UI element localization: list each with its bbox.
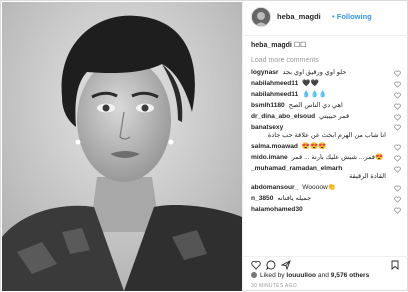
comment-like-heart-icon[interactable] xyxy=(394,124,401,132)
comment-username[interactable]: nabilahmeed11 xyxy=(251,80,298,87)
likes-count[interactable]: 9,576 others xyxy=(331,272,369,279)
comment-row: nabilahmeed11 🖤🖤 xyxy=(243,79,408,90)
comment-like-heart-icon[interactable] xyxy=(394,92,401,99)
comment-text: اهي دي الناس الصح xyxy=(288,101,343,109)
post-timestamp: 30 MINUTES AGO xyxy=(251,283,297,289)
comment-row: mido.imane قمر... شيش عليك بارنة ... قمر😍 xyxy=(243,153,408,164)
post-header: heba_magdi • Following xyxy=(243,1,408,36)
comment-row: abdomansour_ Woooow👏 xyxy=(243,183,408,194)
comment-username[interactable]: halamohamed30 xyxy=(251,206,303,213)
load-more-comments[interactable]: Load more comments xyxy=(251,57,319,64)
comment-text: 😍😍😍 xyxy=(301,142,327,150)
comment-text: قمر حبيبتي xyxy=(319,112,350,120)
post-photo[interactable] xyxy=(2,2,242,291)
comment-text: حلو اوي ورقيق اوي بجد xyxy=(282,69,347,77)
share-icon[interactable] xyxy=(281,260,291,270)
comment-text: القادة الرقيقة xyxy=(349,173,386,181)
comment-username[interactable]: _muhamad_ramadan_elmarh xyxy=(251,165,342,172)
comment-like-heart-icon[interactable] xyxy=(394,155,401,162)
comment-list: logynasr حلو اوي ورقيق اوي بجد nabilahmeed… xyxy=(243,68,408,255)
comment-row: bsmlh1180 اهي دي الناس الصح xyxy=(243,101,408,112)
comment-text: Woooow👏 xyxy=(302,184,337,192)
liker-username[interactable]: louuulloo xyxy=(286,272,316,279)
comment-username[interactable]: abdomansour_ xyxy=(251,184,298,191)
action-bar xyxy=(243,256,408,272)
comment-like-heart-icon[interactable] xyxy=(394,70,401,77)
comment-text: قمر... شيش عليك بارنة ... قمر😍 xyxy=(291,153,384,161)
comment-like-heart-icon[interactable] xyxy=(394,166,401,173)
caption-text: ☐☐ xyxy=(293,42,307,49)
comment-text: 🖤🖤 xyxy=(302,80,319,88)
portrait-image xyxy=(2,2,242,291)
comment-row: _muhamad_ramadan_elmarh القادة الرقيقة xyxy=(243,164,408,183)
comment-like-heart-icon[interactable] xyxy=(394,103,401,110)
following-button[interactable]: • Following xyxy=(332,12,372,21)
comment-like-heart-icon[interactable] xyxy=(394,114,401,121)
comment-username[interactable]: logynasr xyxy=(251,69,278,76)
header-username[interactable]: heba_magdi xyxy=(277,12,321,21)
comment-icon[interactable] xyxy=(266,260,276,270)
follow-separator: • xyxy=(332,12,335,21)
comment-username[interactable]: dr_dina_abo_elsoud xyxy=(251,113,315,120)
like-heart-icon[interactable] xyxy=(251,260,261,270)
caption-username[interactable]: heba_magdi xyxy=(251,42,292,49)
likes-conj: and xyxy=(317,272,329,279)
comment-row: dr_dina_abo_elsoud قمر حبيبتي xyxy=(243,112,408,123)
likes-prefix: Liked by xyxy=(260,272,285,279)
bookmark-icon[interactable] xyxy=(390,260,400,270)
comment-username[interactable]: banatsexy xyxy=(251,124,283,131)
comment-like-heart-icon[interactable] xyxy=(394,196,401,203)
likes-summary: Liked by louuulloo and 9,576 others xyxy=(251,272,369,279)
comment-username[interactable]: n_3850 xyxy=(251,195,273,202)
comment-row: logynasr حلو اوي ورقيق اوي بجد xyxy=(243,68,408,79)
comment-text: جميله يافنانه xyxy=(277,194,312,202)
comment-row: banatsexy انا شاب من الهرم ابحث عن علاقة … xyxy=(243,122,408,141)
comment-like-heart-icon[interactable] xyxy=(394,81,401,88)
comment-text: انا شاب من الهرم ابحث عن علاقة حب جادة xyxy=(267,132,386,140)
comment-row: salma.moawad 😍😍😍 xyxy=(243,142,408,153)
post-caption: heba_magdi ☐☐ xyxy=(251,41,306,49)
comment-row: n_3850 جميله يافنانه xyxy=(243,194,408,205)
post-side-panel: heba_magdi • Following heba_magdi ☐☐ Loa… xyxy=(242,1,408,292)
avatar[interactable] xyxy=(251,7,271,27)
comment-row: nabilahmeed11 💧💧💧 xyxy=(243,90,408,101)
comment-like-heart-icon[interactable] xyxy=(394,207,401,214)
following-label: Following xyxy=(336,12,372,21)
comment-text: 💧💧💧 xyxy=(302,90,327,98)
comment-username[interactable]: bsmlh1180 xyxy=(251,102,285,109)
comment-row: halamohamed30 xyxy=(243,205,408,216)
comment-like-heart-icon[interactable] xyxy=(394,185,401,192)
liker-avatar xyxy=(251,272,257,278)
comment-like-heart-icon[interactable] xyxy=(394,144,401,151)
comment-username[interactable]: salma.moawad xyxy=(251,143,298,150)
comment-username[interactable]: nabilahmeed11 xyxy=(251,91,298,98)
comment-username[interactable]: mido.imane xyxy=(251,154,288,161)
post-frame: heba_magdi • Following heba_magdi ☐☐ Loa… xyxy=(0,0,408,292)
